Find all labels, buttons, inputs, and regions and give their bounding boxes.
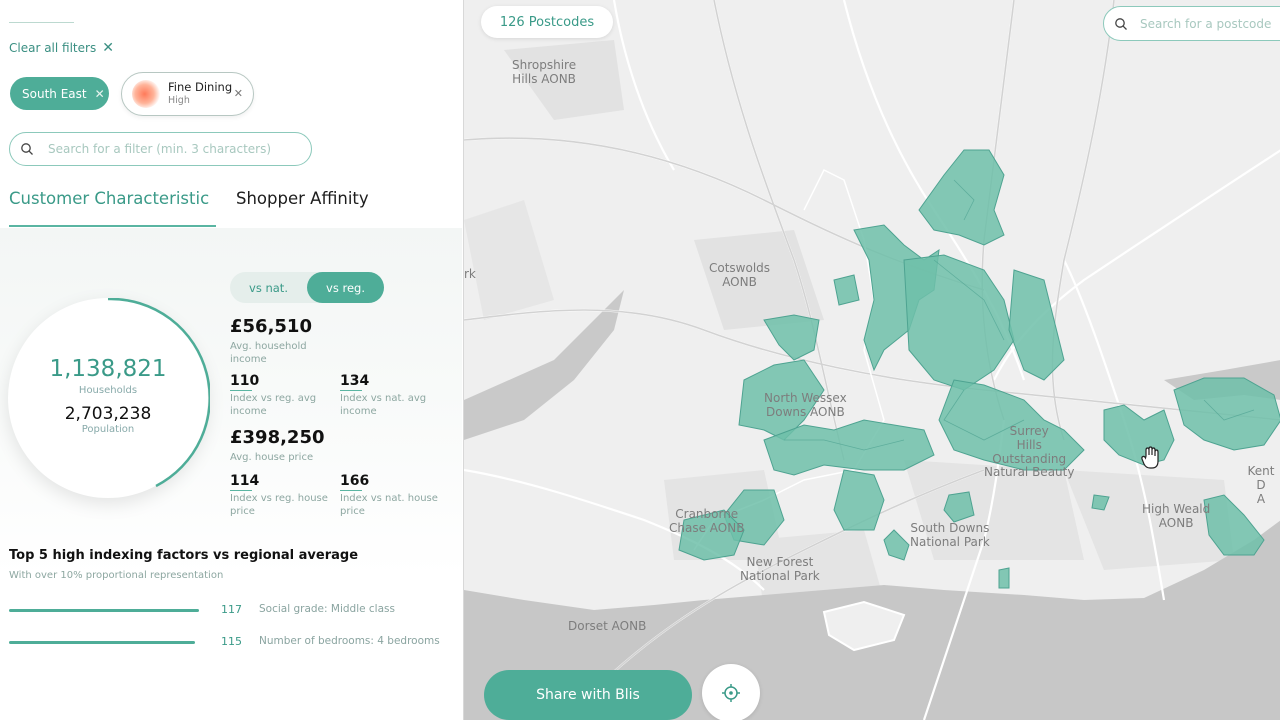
locate-icon xyxy=(722,684,740,702)
house-index-nat-label: Index vs nat. house price xyxy=(340,493,438,517)
clear-all-label: Clear all filters xyxy=(9,41,97,55)
population-value: 2,703,238 xyxy=(64,404,152,424)
tab-shopper-affinity[interactable]: Shopper Affinity xyxy=(236,189,369,208)
income-index-nat-value: 134 xyxy=(340,373,370,389)
filter-panel: Clear all filters ✕ South East ✕ Fine Di… xyxy=(0,0,462,720)
map-view[interactable]: Shropshire Hills AONB Cotswolds AONB North… xyxy=(463,0,1280,720)
locate-button[interactable] xyxy=(702,664,760,720)
close-icon: ✕ xyxy=(102,40,114,56)
divider xyxy=(9,22,74,23)
avg-house-price-label: Avg. house price xyxy=(230,452,314,463)
map-label-south-downs: South Downs National Park xyxy=(910,521,990,549)
factor-bar xyxy=(9,609,199,612)
income-index-reg-value: 110 xyxy=(230,373,260,389)
map-label-shropshire: Shropshire Hills AONB xyxy=(512,58,577,86)
ring-progress-arc xyxy=(107,298,210,488)
map-label-edge: rk xyxy=(464,267,476,281)
factor-label: Number of bedrooms: 4 bedrooms xyxy=(259,635,440,647)
map-canvas[interactable] xyxy=(464,0,1280,720)
population-label: Population xyxy=(81,424,135,435)
map-label-high-weald: High Weald AONB xyxy=(1142,502,1211,530)
top5-title: Top 5 high indexing factors vs regional … xyxy=(9,548,359,563)
avg-income-value: £56,510 xyxy=(230,316,312,337)
postcode-count-badge: 126 Postcodes xyxy=(481,6,613,38)
postcode-search-input[interactable] xyxy=(1140,16,1280,31)
map-label-cotswolds: Cotswolds AONB xyxy=(709,261,771,289)
map-label-dorset: Dorset AONB xyxy=(568,619,647,633)
avg-income-label: Avg. household income xyxy=(230,341,307,365)
map-label-surrey-hills: Surrey Hills Outstanding Natural Beauty xyxy=(984,424,1075,480)
avg-house-price-value: £398,250 xyxy=(230,427,325,448)
filter-chip-south-east[interactable]: South East ✕ xyxy=(10,77,109,110)
factor-row: 117 Social grade: Middle class xyxy=(9,601,449,621)
top5-subtitle: With over 10% proportional representatio… xyxy=(9,570,224,581)
filter-search-input[interactable] xyxy=(48,142,298,156)
comparison-toggle: vs nat. vs reg. xyxy=(230,272,384,303)
factor-label: Social grade: Middle class xyxy=(259,603,395,615)
stats-panel: 1,138,821 Households 2,703,238 Populatio… xyxy=(0,228,462,693)
toggle-vs-reg[interactable]: vs reg. xyxy=(307,272,384,303)
factor-value: 117 xyxy=(221,603,242,616)
clear-all-filters-button[interactable]: Clear all filters ✕ xyxy=(9,40,114,56)
house-index-nat-value: 166 xyxy=(340,473,370,489)
map-label-cranborne: Cranborne Chase AONB xyxy=(669,507,745,535)
chip-sublabel: High xyxy=(168,95,190,107)
house-index-reg-value: 114 xyxy=(230,473,260,489)
active-tab-indicator xyxy=(9,225,216,227)
factor-bar xyxy=(9,641,195,644)
close-icon[interactable]: ✕ xyxy=(234,87,243,100)
filter-search-box xyxy=(9,132,312,166)
households-label: Households xyxy=(78,385,138,396)
tab-customer-characteristic[interactable]: Customer Characteristic xyxy=(9,189,209,208)
share-with-blis-button[interactable]: Share with Blis xyxy=(484,670,692,720)
filter-chip-fine-dining[interactable]: Fine Dining High ✕ xyxy=(121,72,254,116)
postcode-search-box xyxy=(1103,6,1280,41)
search-icon xyxy=(1115,17,1127,30)
fine-dining-icon xyxy=(132,80,160,108)
factor-row: 115 Number of bedrooms: 4 bedrooms xyxy=(9,633,449,653)
search-icon xyxy=(21,143,33,155)
hand-cursor-icon xyxy=(1141,446,1159,469)
house-index-reg-label: Index vs reg. house price xyxy=(230,493,328,517)
households-ring: 1,138,821 Households 2,703,238 Populatio… xyxy=(8,298,210,500)
factor-value: 115 xyxy=(221,635,242,648)
map-label-north-wessex: North Wessex Downs AONB xyxy=(764,391,847,419)
chip-label: South East xyxy=(22,86,87,101)
income-index-reg-label: Index vs reg. avg income xyxy=(230,393,317,417)
income-index-nat-label: Index vs nat. avg income xyxy=(340,393,427,417)
chip-label: Fine Dining xyxy=(168,80,233,95)
map-label-new-forest: New Forest National Park xyxy=(740,555,820,583)
close-icon[interactable]: ✕ xyxy=(95,87,105,101)
map-label-kent: Kent DA xyxy=(1247,464,1275,506)
toggle-vs-nat[interactable]: vs nat. xyxy=(230,272,307,303)
households-value: 1,138,821 xyxy=(49,356,167,382)
